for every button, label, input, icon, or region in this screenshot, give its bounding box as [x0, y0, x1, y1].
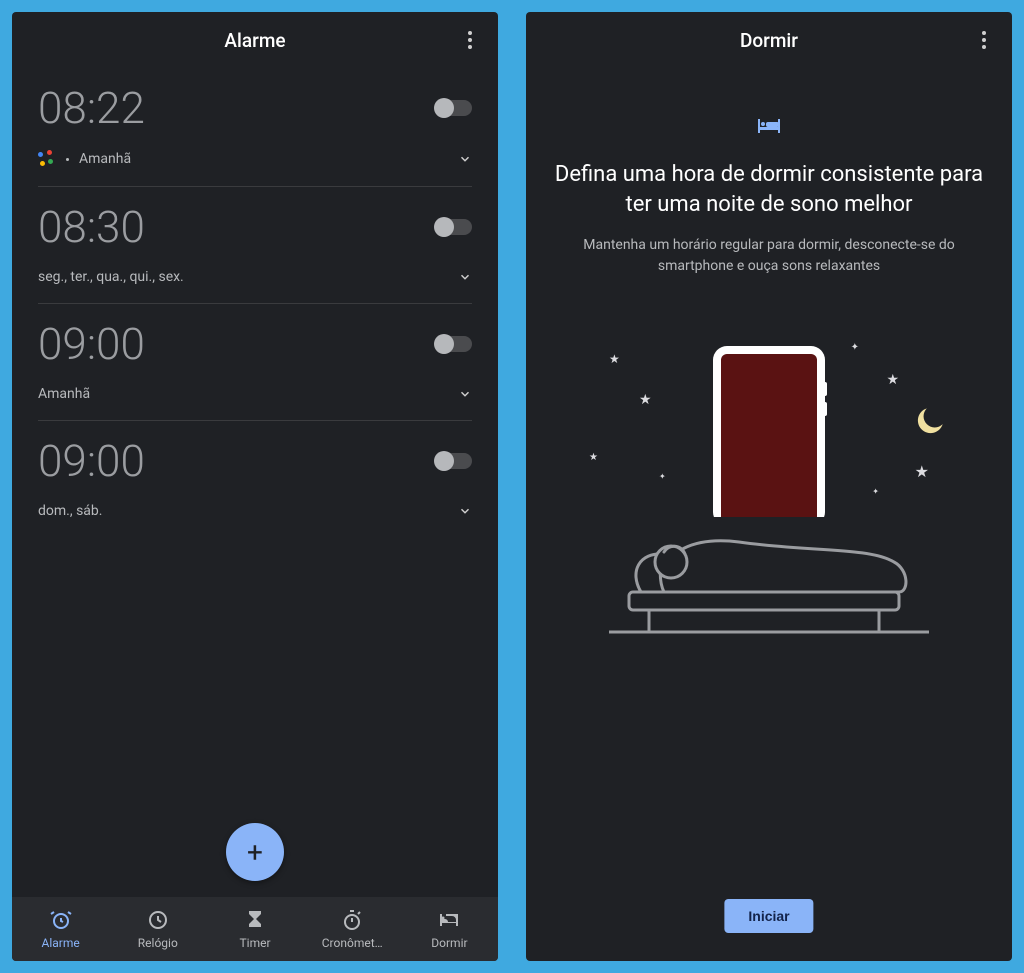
bedtime-screen: Dormir Defina uma hora de dormir consist…	[526, 12, 1012, 961]
add-alarm-button[interactable]: +	[226, 823, 284, 881]
moon-icon	[911, 402, 949, 444]
header-title: Alarme	[224, 29, 285, 52]
hourglass-icon	[243, 908, 267, 932]
alarm-toggle[interactable]	[436, 336, 472, 352]
star-icon: ★	[639, 392, 652, 408]
more-vertical-icon	[982, 31, 986, 35]
header-title: Dormir	[740, 29, 798, 52]
chevron-down-icon[interactable]	[458, 504, 472, 518]
clock-icon	[146, 908, 170, 932]
start-button[interactable]: Iniciar	[724, 899, 813, 933]
star-icon: ★	[589, 452, 598, 463]
nav-item-clock[interactable]: Relógio	[109, 897, 206, 961]
star-icon: ✦	[659, 472, 666, 481]
alarm-label: Amanhã	[38, 386, 90, 402]
alarm-list: 08:22 Amanhã 08:30	[12, 68, 498, 897]
alarm-time[interactable]: 09:00	[38, 439, 145, 483]
alarm-item[interactable]: 09:00 Amanhã	[38, 304, 472, 421]
google-assistant-icon	[38, 150, 56, 168]
alarm-label: Amanhã	[79, 151, 131, 167]
phone-illustration-icon	[709, 342, 829, 517]
alarm-label: dom., sáb.	[38, 503, 102, 519]
more-options-button[interactable]	[450, 20, 490, 60]
star-icon: ★	[886, 372, 899, 388]
nav-item-stopwatch[interactable]: Cronômet…	[304, 897, 401, 961]
alarm-time[interactable]: 08:22	[38, 86, 145, 130]
separator-dot	[66, 158, 69, 161]
alarm-label: seg., ter., qua., qui., sex.	[38, 269, 184, 285]
nav-label: Cronômet…	[322, 936, 383, 950]
more-vertical-icon	[468, 31, 472, 35]
alarm-time[interactable]: 08:30	[38, 205, 145, 249]
alarm-toggle[interactable]	[436, 219, 472, 235]
header: Alarme	[12, 12, 498, 68]
nav-item-bedtime[interactable]: Dormir	[401, 897, 498, 961]
alarm-item[interactable]: 08:30 seg., ter., qua., qui., sex.	[38, 187, 472, 304]
alarm-item[interactable]: 08:22 Amanhã	[38, 68, 472, 187]
plus-icon: +	[247, 836, 263, 869]
sleeping-person-icon	[609, 492, 929, 642]
bedtime-content: Defina uma hora de dormir consistente pa…	[526, 68, 1012, 961]
nav-label: Relógio	[138, 936, 178, 950]
star-icon: ★	[609, 352, 620, 366]
alarm-time[interactable]: 09:00	[38, 322, 145, 366]
bed-icon	[437, 908, 461, 932]
nav-item-alarm[interactable]: Alarme	[12, 897, 109, 961]
bedtime-heading: Defina uma hora de dormir consistente pa…	[546, 160, 992, 219]
bedtime-illustration: ★ ★ ★ ✦ ✦ ★ ★ ✦	[579, 342, 959, 642]
alarm-toggle[interactable]	[436, 453, 472, 469]
nav-label: Alarme	[41, 936, 79, 950]
alarm-icon	[49, 908, 73, 932]
bedtime-subheading: Mantenha um horário regular para dormir,…	[546, 235, 992, 276]
nav-label: Timer	[239, 936, 270, 950]
alarm-screen: Alarme 08:22 Amanhã	[12, 12, 498, 961]
alarm-toggle[interactable]	[436, 100, 472, 116]
stopwatch-icon	[340, 908, 364, 932]
more-options-button[interactable]	[964, 20, 1004, 60]
chevron-down-icon[interactable]	[458, 270, 472, 284]
star-icon: ✦	[851, 342, 859, 353]
alarm-item[interactable]: 09:00 dom., sáb.	[38, 421, 472, 537]
header: Dormir	[526, 12, 1012, 68]
star-icon: ★	[915, 462, 929, 481]
nav-label: Dormir	[431, 936, 467, 950]
bed-icon	[757, 116, 781, 136]
chevron-down-icon[interactable]	[458, 152, 472, 166]
chevron-down-icon[interactable]	[458, 387, 472, 401]
nav-item-timer[interactable]: Timer	[206, 897, 303, 961]
bottom-nav: Alarme Relógio Timer Cronômet… Dormir	[12, 897, 498, 961]
